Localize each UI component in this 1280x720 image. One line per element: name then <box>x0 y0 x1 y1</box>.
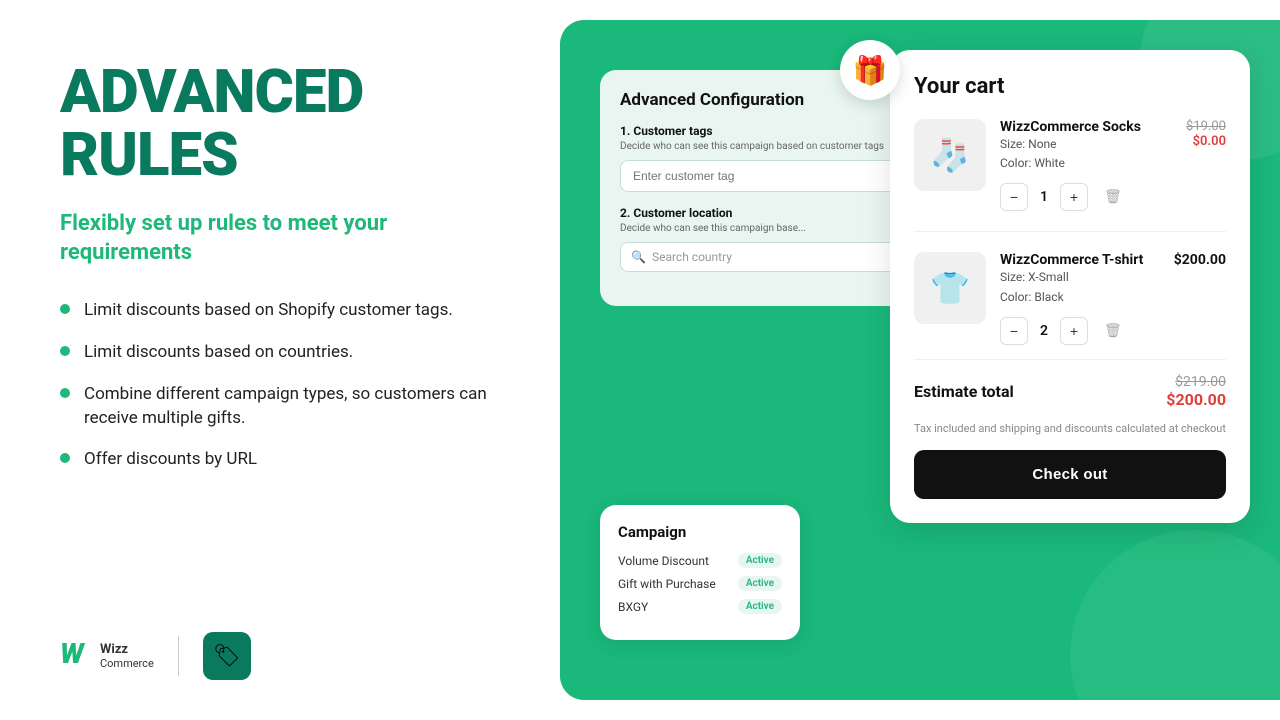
item-price-row-socks: WizzCommerce Socks Size: None Color: Whi… <box>1000 119 1226 173</box>
cart-item-tshirt: 👕 WizzCommerce T-shirt Size: X-Small Col… <box>914 252 1226 359</box>
bullet-dot <box>60 453 70 463</box>
main-title: ADVANCED RULES <box>60 60 510 186</box>
bullet-dot <box>60 346 70 356</box>
svg-text:W: W <box>60 639 86 667</box>
qty-number-tshirt: 2 <box>1036 323 1052 339</box>
qty-increase-socks[interactable]: + <box>1060 183 1088 211</box>
item-prices-socks: $19.00 $0.00 <box>1186 119 1226 149</box>
item-price-row-tshirt: WizzCommerce T-shirt Size: X-Small Color… <box>1000 252 1226 306</box>
left-footer: W Wizz Commerce 🏷 <box>60 612 510 680</box>
bullet-list: Limit discounts based on Shopify custome… <box>60 299 510 472</box>
qty-increase-tshirt[interactable]: + <box>1060 317 1088 345</box>
socks-icon: 🧦 <box>930 136 970 174</box>
logo-w: W <box>60 639 92 674</box>
wizzcommerce-logo: W Wizz Commerce <box>60 639 154 674</box>
left-panel: ADVANCED RULES Flexibly set up rules to … <box>0 0 560 720</box>
item-size-tshirt: Size: X-Small <box>1000 268 1143 287</box>
active-badge-2: Active <box>738 576 782 591</box>
campaign-name-1: Volume Discount <box>618 554 709 568</box>
item-name-tshirt: WizzCommerce T-shirt <box>1000 252 1143 268</box>
price-discounted-socks: $0.00 <box>1186 134 1226 149</box>
item-color-socks: Color: White <box>1000 154 1141 173</box>
qty-control-tshirt: − 2 + 🗑 <box>1000 317 1226 345</box>
item-image-socks: 🧦 <box>914 119 986 191</box>
cart-title: Your cart <box>914 74 1226 99</box>
campaign-row-1: Volume Discount Active <box>618 553 782 568</box>
adv-section-label-tags: 1. Customer tags <box>620 124 900 138</box>
gift-circle: 🎁 <box>840 40 900 100</box>
estimate-section: Estimate total $219.00 $200.00 <box>914 374 1226 409</box>
item-name-socks: WizzCommerce Socks <box>1000 119 1141 135</box>
right-panel: Advanced Configuration 1. Customer tags … <box>560 20 1280 700</box>
advanced-config-card: Advanced Configuration 1. Customer tags … <box>600 70 920 306</box>
tax-note: Tax included and shipping and discounts … <box>914 421 1226 436</box>
bullet-dot <box>60 388 70 398</box>
adv-section-desc-tags: Decide who can see this campaign based o… <box>620 141 900 152</box>
active-badge-3: Active <box>738 599 782 614</box>
campaign-name-3: BXGY <box>618 600 648 614</box>
item-details-socks: WizzCommerce Socks Size: None Color: Whi… <box>1000 119 1226 211</box>
campaign-name-2: Gift with Purchase <box>618 577 716 591</box>
adv-config-section-tags: 1. Customer tags Decide who can see this… <box>620 124 900 192</box>
qty-decrease-socks[interactable]: − <box>1000 183 1028 211</box>
qty-number-socks: 1 <box>1036 189 1052 205</box>
adv-config-section-location: 2. Customer location Decide who can see … <box>620 206 900 272</box>
estimate-row: Estimate total $219.00 $200.00 <box>914 374 1226 409</box>
price-original-socks: $19.00 <box>1186 119 1226 134</box>
list-item: Combine different campaign types, so cus… <box>60 383 510 431</box>
campaign-row-2: Gift with Purchase Active <box>618 576 782 591</box>
item-prices-tshirt: $200.00 <box>1174 252 1226 268</box>
list-item: Limit discounts based on countries. <box>60 341 510 365</box>
active-badge-1: Active <box>738 553 782 568</box>
logo-text: Wizz Commerce <box>100 642 154 671</box>
adv-section-label-location: 2. Customer location <box>620 206 900 220</box>
tshirt-icon: 👕 <box>930 269 970 307</box>
trash-icon-socks[interactable]: 🗑 <box>1104 189 1122 205</box>
qty-decrease-tshirt[interactable]: − <box>1000 317 1028 345</box>
left-content: ADVANCED RULES Flexibly set up rules to … <box>60 60 510 472</box>
estimate-prices: $219.00 $200.00 <box>1166 374 1226 409</box>
search-icon: 🔍 <box>631 250 646 264</box>
qty-control-socks: − 1 + 🗑 <box>1000 183 1226 211</box>
estimate-original: $219.00 <box>1166 374 1226 390</box>
checkout-button[interactable]: Check out <box>914 450 1226 499</box>
discount-badge: 🏷 <box>203 632 251 680</box>
campaign-row-3: BXGY Active <box>618 599 782 614</box>
customer-tag-input[interactable] <box>620 160 900 192</box>
list-item: Limit discounts based on Shopify custome… <box>60 299 510 323</box>
item-size-socks: Size: None <box>1000 135 1141 154</box>
item-image-tshirt: 👕 <box>914 252 986 324</box>
country-placeholder: Search country <box>652 250 732 264</box>
cart-card: Your cart 🧦 WizzCommerce Socks Size: Non… <box>890 50 1250 523</box>
item-info-socks: WizzCommerce Socks Size: None Color: Whi… <box>1000 119 1141 173</box>
trash-icon-tshirt[interactable]: 🗑 <box>1104 323 1122 339</box>
item-details-tshirt: WizzCommerce T-shirt Size: X-Small Color… <box>1000 252 1226 344</box>
bullet-dot <box>60 304 70 314</box>
campaign-card: Campaign Volume Discount Active Gift wit… <box>600 505 800 640</box>
deco-circle-bottom <box>1070 530 1280 700</box>
list-item: Offer discounts by URL <box>60 448 510 472</box>
item-info-tshirt: WizzCommerce T-shirt Size: X-Small Color… <box>1000 252 1143 306</box>
cart-item-socks: 🧦 WizzCommerce Socks Size: None Color: W… <box>914 119 1226 232</box>
campaign-title: Campaign <box>618 523 782 541</box>
estimate-label: Estimate total <box>914 382 1014 401</box>
estimate-discounted: $200.00 <box>1166 390 1226 409</box>
footer-divider <box>178 636 179 676</box>
item-color-tshirt: Color: Black <box>1000 288 1143 307</box>
adv-section-desc-location: Decide who can see this campaign base... <box>620 223 900 234</box>
subtitle: Flexibly set up rules to meet your requi… <box>60 210 510 267</box>
country-search-input[interactable]: 🔍 Search country <box>620 242 900 272</box>
price-tshirt: $200.00 <box>1174 252 1226 268</box>
